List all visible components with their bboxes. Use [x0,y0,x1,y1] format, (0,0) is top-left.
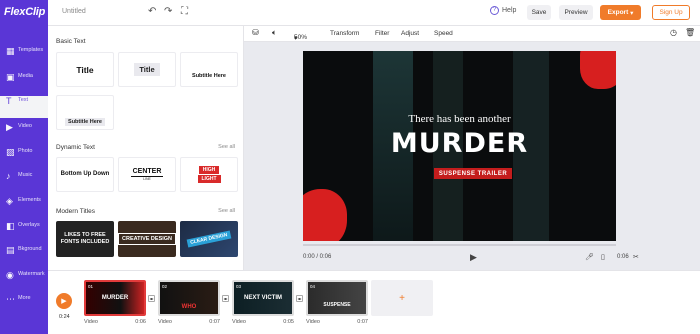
transition-icon[interactable]: ◂▸ [148,295,155,302]
sidebar-item-elements[interactable]: ◈ Elements [0,196,48,218]
scissors-icon[interactable]: ✂ [633,253,639,261]
timeline-clip[interactable]: 02 WHO [158,280,220,316]
modern-title-tile-2[interactable]: CREATIVE DESIGN [118,221,176,257]
export-button[interactable]: Export ▾ [600,5,641,20]
speed-button[interactable]: Speed [434,30,453,37]
play-icon[interactable]: ▶ [470,252,477,263]
play-icon: ▶ [61,298,67,305]
help-button[interactable]: ? Help [490,6,516,15]
text-tile-bottom-up-down[interactable]: Bottom Up Down [56,157,114,192]
text-tile-title[interactable]: Title [56,52,114,87]
timeline-total-time: 0:24 [59,314,70,320]
clip-meta: Video 0:06 [84,319,146,325]
sidebar-item-overlays[interactable]: ◧ Overlays [0,221,48,243]
save-button[interactable]: Save [527,5,551,20]
sidebar-item-photo[interactable]: ▨ Photo [0,147,48,169]
sidebar-item-bkground[interactable]: ▤ Bkground [0,245,48,267]
clip-meta: Video 0:05 [232,319,294,325]
signup-button[interactable]: Sign Up [652,5,690,20]
mic-icon[interactable]: 🎤︎ [585,253,594,261]
video-tag[interactable]: SUSPENSE TRAILER [434,168,512,179]
video-text-murder[interactable]: MURDER [303,128,616,159]
preview-stage: There has been another MURDER SUSPENSE T… [244,42,700,270]
volume-icon[interactable]: 🔈︎ [272,28,277,38]
sidebar-item-text[interactable]: T Text [0,96,48,118]
sidebar-item-watermark[interactable]: ◉ Watermark [0,270,48,292]
end-time: 0:06 [617,254,629,260]
playback-time: 0:00 / 0:06 [303,254,332,260]
canvas-toolbar: ⛁ 🔈︎ 50% ▾ Transform Filter Adjust Speed… [244,26,700,42]
blood-splatter [580,51,616,89]
text-panel: Basic Text Title Title Subtitle Here Sub… [48,26,244,270]
blood-splatter [303,189,347,241]
see-all-dynamic-link[interactable]: See all [218,144,235,150]
adjust-button[interactable]: Adjust [401,30,419,37]
clip-meta: Video 0:07 [306,319,368,325]
modern-title-tile-1[interactable]: LIKES TO FREE FONTS INCLUDED [56,221,114,257]
text-tile-title-boxed[interactable]: Title [118,52,176,87]
timeline-clip[interactable]: 04 SUSPENSE [306,280,368,316]
app-root: FlexClip ▦ Templates ▣ Media T Text ▶ Video … [0,0,700,334]
text-tile-subtitle[interactable]: Subtitle Here [180,52,238,87]
transform-button[interactable]: Transform [330,30,359,37]
redo-icon[interactable]: ↷ [164,6,172,17]
playback-controls: 0:00 / 0:06 ▶ 🎤︎ ▯ 0:06 ✂ [303,252,639,264]
clip-meta: Video 0:07 [158,319,220,325]
chevron-down-icon: ▾ [630,9,634,17]
section-heading-basic-text: Basic Text [56,38,86,45]
sidebar-item-templates[interactable]: ▦ Templates [0,46,48,68]
undo-icon[interactable]: ↶ [148,6,156,17]
help-icon: ? [490,6,499,15]
sidebar-item-music[interactable]: ♪ Music [0,171,48,193]
left-sidebar: FlexClip ▦ Templates ▣ Media T Text ▶ Video … [0,0,48,334]
modern-title-tile-3[interactable]: CLEAR DESIGN [180,221,238,257]
timeline-clip[interactable]: 01 MURDER [84,280,146,316]
text-tile-center[interactable]: CENTER LINE [118,157,176,192]
text-tile-highlight[interactable]: HIGH LIGHT [180,157,238,192]
sidebar-item-media[interactable]: ▣ Media [0,72,48,94]
timeline-play-button[interactable]: ▶ [56,293,72,309]
filter-button[interactable]: Filter [375,30,389,37]
video-text-line1[interactable]: There has been another [303,113,616,125]
fill-bucket-icon[interactable]: ⛁ [252,28,259,37]
transition-icon[interactable]: ◂▸ [296,295,303,302]
video-preview[interactable]: There has been another MURDER SUSPENSE T… [303,51,616,241]
fullscreen-icon[interactable]: ⛶ [181,6,188,17]
caption-icon[interactable]: ▯ [601,253,605,261]
flexclip-logo: FlexClip [4,6,46,18]
timeline: ▶ 0:24 01 MURDER Video 0:06 ◂▸ 02 WHO Vid… [48,270,700,334]
playback-progress[interactable] [303,244,616,246]
sidebar-item-more[interactable]: ⋯ More [0,294,48,316]
plus-icon: + [399,292,405,304]
transition-icon[interactable]: ◂▸ [222,295,229,302]
see-all-modern-link[interactable]: See all [218,208,235,214]
add-clip-button[interactable]: + [371,280,433,316]
section-heading-modern-titles: Modern Titles [56,208,96,215]
section-heading-dynamic-text: Dynamic Text [56,144,95,151]
preview-button[interactable]: Preview [559,5,593,20]
text-tile-subtitle-boxed[interactable]: Subtitle Here [56,95,114,130]
chevron-down-icon: ▾ [294,35,298,42]
timeline-clip[interactable]: 03 NEXT VICTIM [232,280,294,316]
clock-icon[interactable]: ◷ [670,28,677,37]
sidebar-item-video[interactable]: ▶ Video [0,122,48,144]
project-title[interactable]: Untitled [62,8,86,15]
top-bar: Untitled ↶ ↷ ⛶ ? Help Save Preview Export… [48,0,700,26]
trash-icon[interactable]: 🗑︎ [685,28,695,37]
